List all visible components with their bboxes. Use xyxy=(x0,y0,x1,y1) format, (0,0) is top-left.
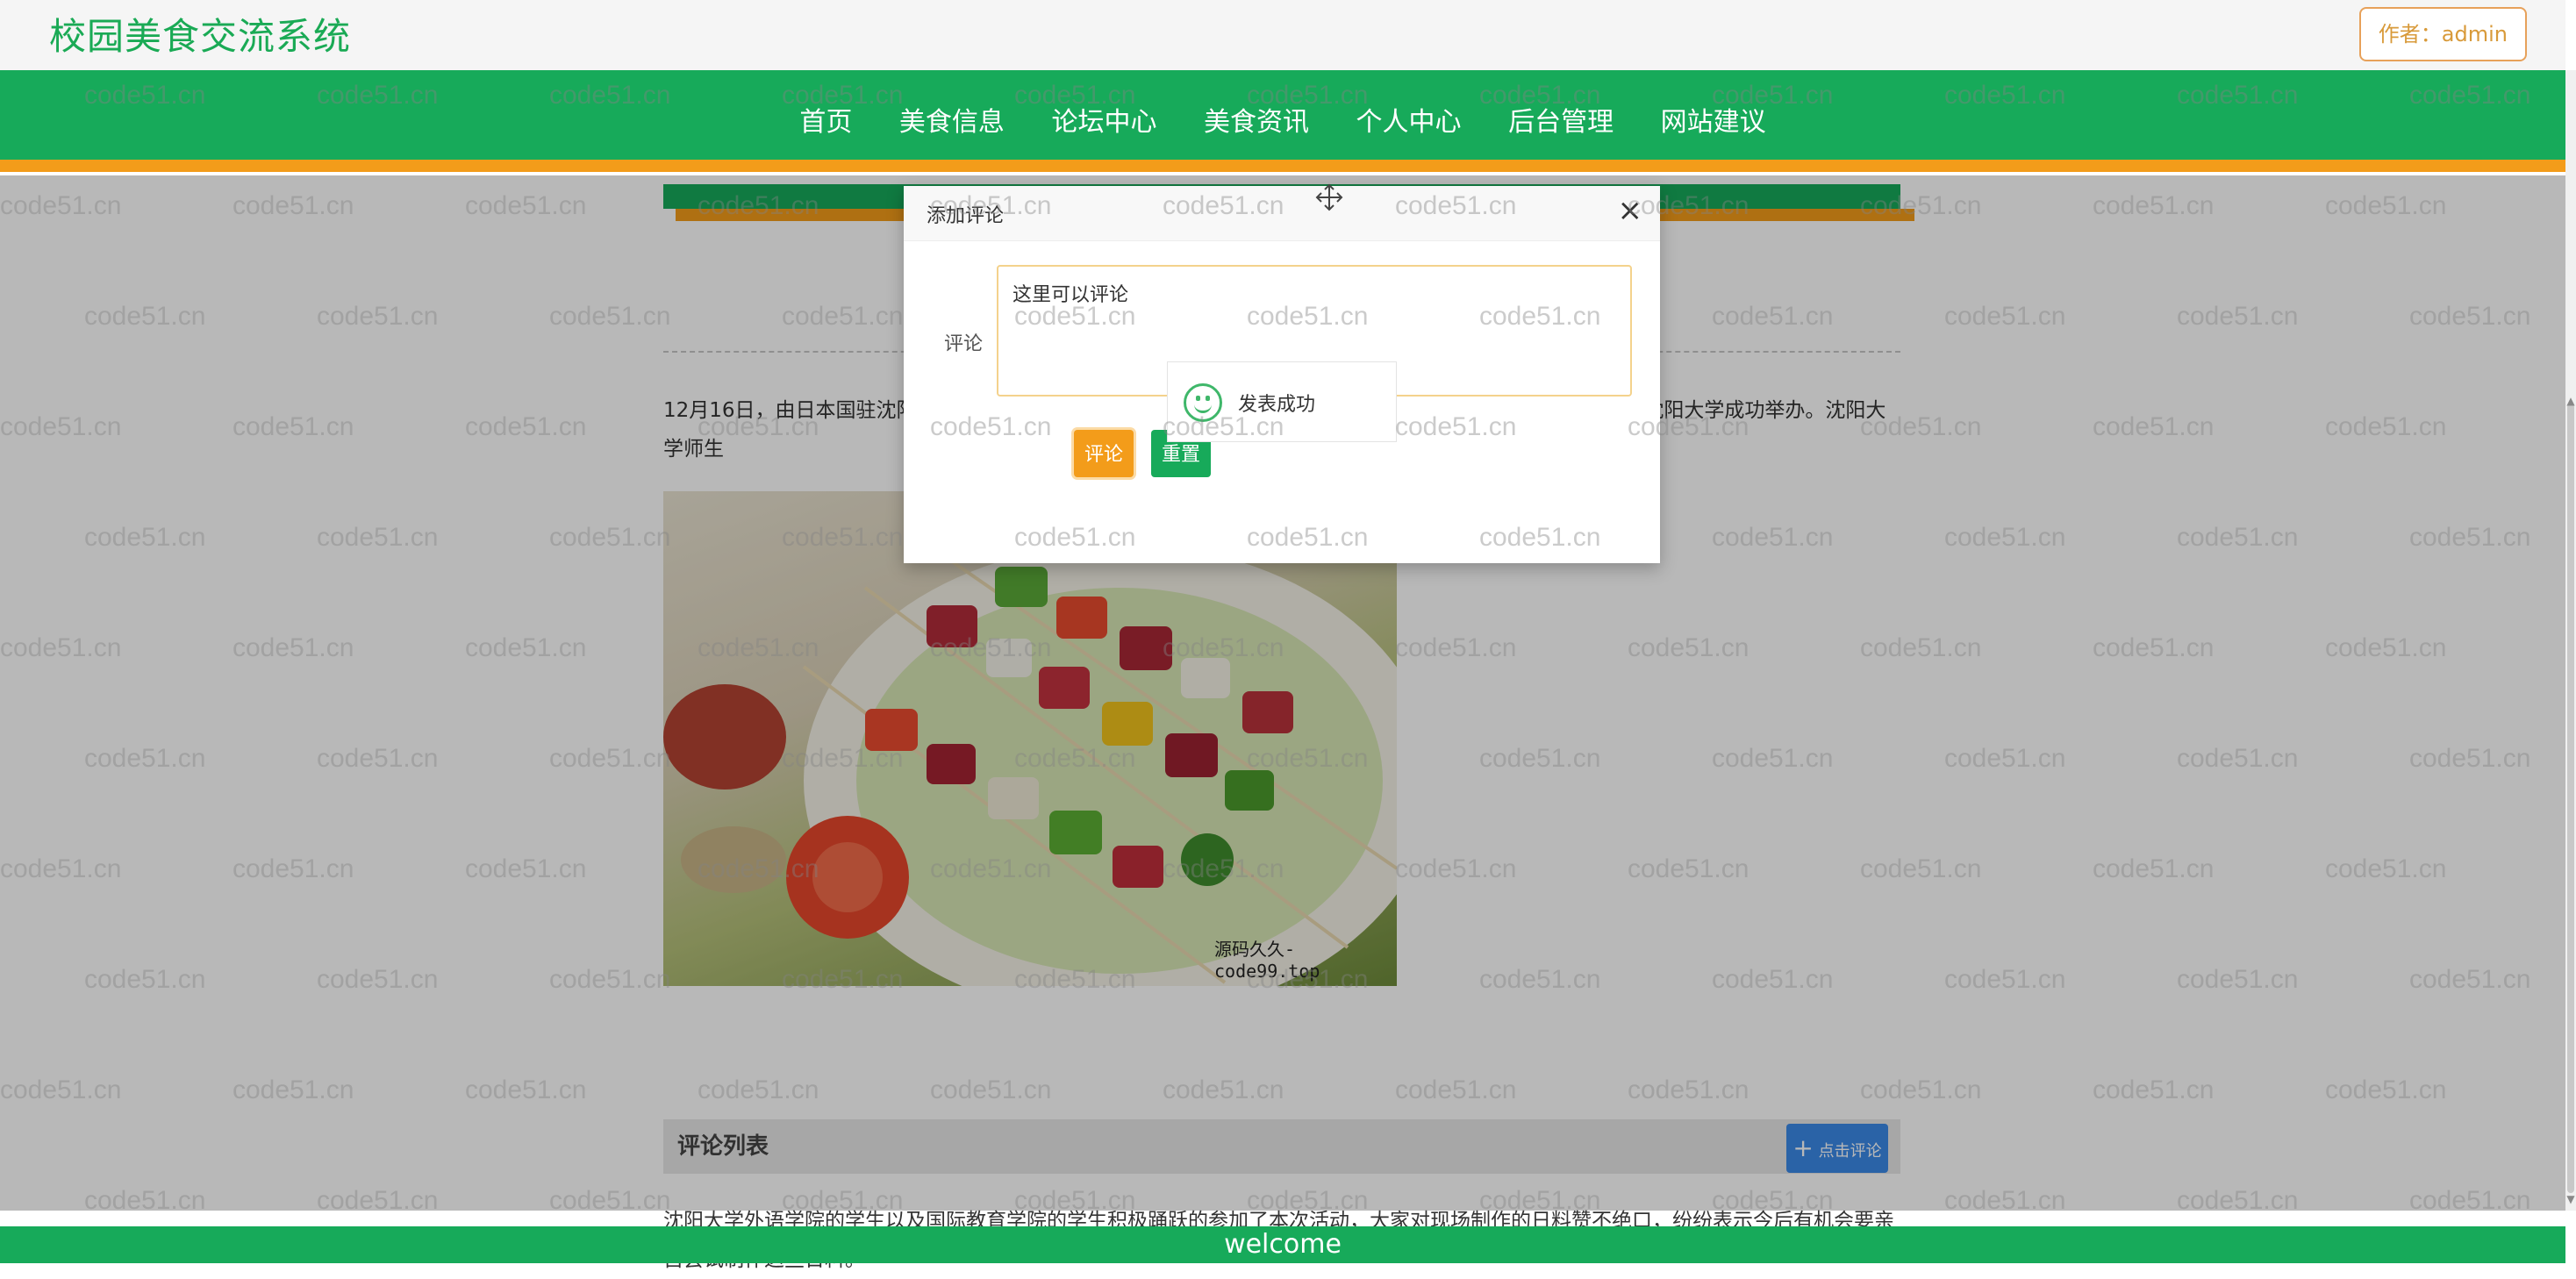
main-nav: 首页 美食信息 论坛中心 美食资讯 个人中心 后台管理 网站建议 xyxy=(0,70,2565,172)
toast-message: 发表成功 xyxy=(1238,394,1316,416)
nav-orange-stripe xyxy=(0,160,2565,172)
move-icon[interactable] xyxy=(1314,182,1344,212)
nav-item-suggestions[interactable]: 网站建议 xyxy=(1661,100,1766,139)
nav-item-home[interactable]: 首页 xyxy=(799,100,852,139)
scrollbar-thumb[interactable] xyxy=(2567,404,2574,1193)
author-badge[interactable]: 作者：admin xyxy=(2358,7,2527,61)
site-title: 校园美食交流系统 xyxy=(49,15,352,58)
nav-item-forum[interactable]: 论坛中心 xyxy=(1051,100,1156,139)
comment-field-label: 评论 xyxy=(944,333,984,355)
page-scrollbar[interactable] xyxy=(2565,70,2576,1211)
top-header: 校园美食交流系统 作者：admin xyxy=(0,0,2565,70)
dialog-header[interactable]: 添加评论 × xyxy=(904,186,1660,241)
close-icon[interactable]: × xyxy=(1618,193,1643,228)
nav-item-personal-center[interactable]: 个人中心 xyxy=(1356,100,1462,139)
nav-item-food-news[interactable]: 美食资讯 xyxy=(1204,100,1309,139)
scroll-up-arrow-icon[interactable]: ▲ xyxy=(2565,395,2576,407)
scroll-down-arrow-icon[interactable]: ▼ xyxy=(2565,1193,2576,1205)
success-toast: 发表成功 xyxy=(1167,361,1397,442)
smiley-icon xyxy=(1184,383,1222,422)
nav-item-admin[interactable]: 后台管理 xyxy=(1508,100,1614,139)
nav-menu: 首页 美食信息 论坛中心 美食资讯 个人中心 后台管理 网站建议 xyxy=(0,100,2565,139)
footer-text: welcome xyxy=(1224,1229,1342,1260)
dialog-title: 添加评论 xyxy=(927,205,1005,227)
nav-item-food-info[interactable]: 美食信息 xyxy=(899,100,1005,139)
footer: welcome xyxy=(0,1226,2565,1263)
submit-comment-button[interactable]: 评论 xyxy=(1074,430,1134,477)
